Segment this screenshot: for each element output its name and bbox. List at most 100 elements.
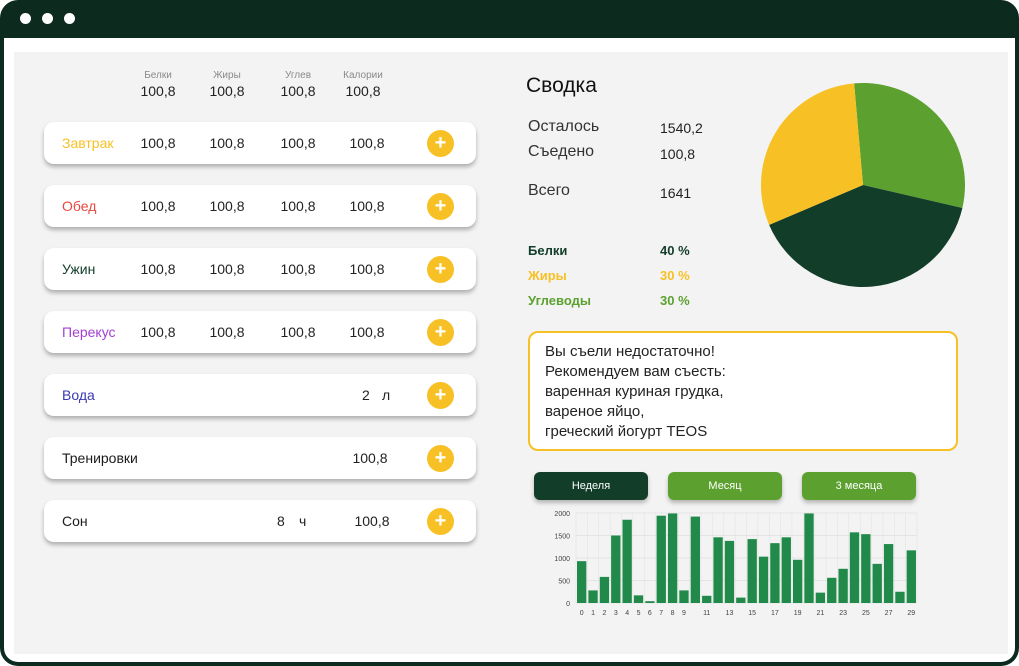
bar: [599, 576, 610, 603]
bar: [611, 535, 621, 603]
bar: [588, 590, 598, 603]
bar: [815, 592, 826, 603]
column-carbs: Углев 100,8: [268, 70, 328, 99]
y-tick-label: 2000: [554, 511, 570, 518]
add-dinner-button[interactable]: +: [427, 256, 454, 283]
window-dot-icon[interactable]: [64, 13, 75, 24]
x-tick-label: 13: [726, 610, 734, 617]
macro-protein-label: Белки: [528, 243, 568, 258]
x-tick-label: 6: [648, 610, 652, 617]
meal-carbs: 100,8: [280, 135, 316, 151]
bar: [827, 577, 837, 603]
water-unit: л: [382, 387, 391, 403]
column-label: Калории: [343, 70, 383, 81]
meal-row-dinner[interactable]: Ужин 100,8 100,8 100,8 100,8 +: [44, 248, 476, 290]
advice-line: вареное яйцо,: [545, 403, 645, 420]
x-tick-label: 9: [682, 610, 686, 617]
meal-calories: 100,8: [349, 261, 385, 277]
meal-carbs: 100,8: [280, 324, 316, 340]
water-row[interactable]: Вода 2 л +: [44, 374, 476, 416]
meal-row-breakfast[interactable]: Завтрак 100,8 100,8 100,8 100,8 +: [44, 122, 476, 164]
x-tick-label: 3: [614, 610, 618, 617]
training-label: Тренировки: [62, 450, 138, 466]
y-tick-label: 0: [566, 601, 570, 608]
eaten-value: 100,8: [660, 146, 696, 162]
x-tick-label: 15: [748, 610, 756, 617]
column-total: 100,8: [345, 83, 381, 99]
bar: [747, 539, 757, 603]
bar: [645, 601, 655, 603]
add-snack-button[interactable]: +: [427, 319, 454, 346]
column-total: 100,8: [140, 83, 176, 99]
x-tick-label: 19: [794, 610, 802, 617]
bar: [883, 544, 894, 603]
macro-protein-value: 40 %: [660, 243, 690, 258]
meal-carbs: 100,8: [280, 198, 316, 214]
bar: [679, 590, 689, 603]
tab-month[interactable]: Месяц: [668, 472, 782, 500]
water-amount: 2: [362, 387, 370, 403]
total-value: 1641: [660, 185, 692, 201]
meal-row-snack[interactable]: Перекус 100,8 100,8 100,8 100,8 +: [44, 311, 476, 353]
add-water-button[interactable]: +: [427, 382, 454, 409]
bar: [781, 537, 791, 603]
bar: [577, 561, 587, 603]
sleep-amount: 8: [277, 513, 285, 529]
x-tick-label: 4: [625, 610, 629, 617]
summary-title: Сводка: [526, 74, 597, 97]
bar: [724, 540, 735, 603]
column-total: 100,8: [209, 83, 245, 99]
column-protein: Белки 100,8: [128, 70, 188, 99]
y-tick-label: 1500: [554, 534, 570, 541]
meal-row-lunch[interactable]: Обед 100,8 100,8 100,8 100,8 +: [44, 185, 476, 227]
x-tick-label: 27: [885, 610, 893, 617]
bar: [872, 563, 882, 603]
bar: [702, 595, 712, 603]
eaten-label: Съедено: [528, 143, 595, 160]
advice-line: варенная куриная грудка,: [545, 383, 724, 400]
window-dot-icon[interactable]: [42, 13, 53, 24]
meal-carbs: 100,8: [280, 261, 316, 277]
tab-week[interactable]: Неделя: [534, 472, 648, 500]
bar: [804, 513, 814, 603]
bar: [736, 597, 746, 603]
remaining-label: Осталось: [528, 118, 600, 135]
water-label: Вода: [62, 387, 95, 403]
x-tick-label: 2: [602, 610, 606, 617]
x-tick-label: 17: [771, 610, 779, 617]
column-fat: Жиры 100,8: [197, 70, 257, 99]
bar: [895, 591, 905, 603]
meal-fat: 100,8: [209, 135, 245, 151]
column-label: Жиры: [213, 70, 241, 81]
sleep-row[interactable]: Сон 8 ч 100,8 +: [44, 500, 476, 542]
meal-protein: 100,8: [140, 324, 176, 340]
remaining-value: 1540,2: [660, 120, 703, 136]
meal-name: Перекус: [62, 324, 116, 340]
macro-pie-chart: [761, 83, 965, 287]
column-calories: Калории 100,8: [333, 70, 393, 99]
training-row[interactable]: Тренировки 100,8 +: [44, 437, 476, 479]
column-total: 100,8: [280, 83, 316, 99]
x-tick-label: 25: [862, 610, 870, 617]
add-breakfast-button[interactable]: +: [427, 130, 454, 157]
macro-fat-label: Жиры: [528, 268, 567, 283]
advice-line: Вы съели недостаточно!: [545, 343, 715, 360]
advice-line: Рекомендуем вам съесть:: [545, 363, 726, 380]
meal-protein: 100,8: [140, 261, 176, 277]
tab-3-months[interactable]: 3 месяца: [802, 472, 916, 500]
content-area: Белки 100,8 Жиры 100,8 Углев 100,8 Калор…: [4, 38, 1015, 662]
y-tick-label: 1000: [554, 556, 570, 563]
window-dot-icon[interactable]: [20, 13, 31, 24]
meal-fat: 100,8: [209, 198, 245, 214]
column-label: Белки: [144, 70, 172, 81]
bar: [838, 568, 848, 603]
add-sleep-button[interactable]: +: [427, 508, 454, 535]
bar: [690, 516, 701, 603]
add-lunch-button[interactable]: +: [427, 193, 454, 220]
x-tick-label: 0: [580, 610, 584, 617]
add-training-button[interactable]: +: [427, 445, 454, 472]
meal-fat: 100,8: [209, 324, 245, 340]
x-tick-label: 29: [907, 610, 915, 617]
x-tick-label: 1: [591, 610, 595, 617]
x-tick-label: 11: [703, 610, 710, 617]
